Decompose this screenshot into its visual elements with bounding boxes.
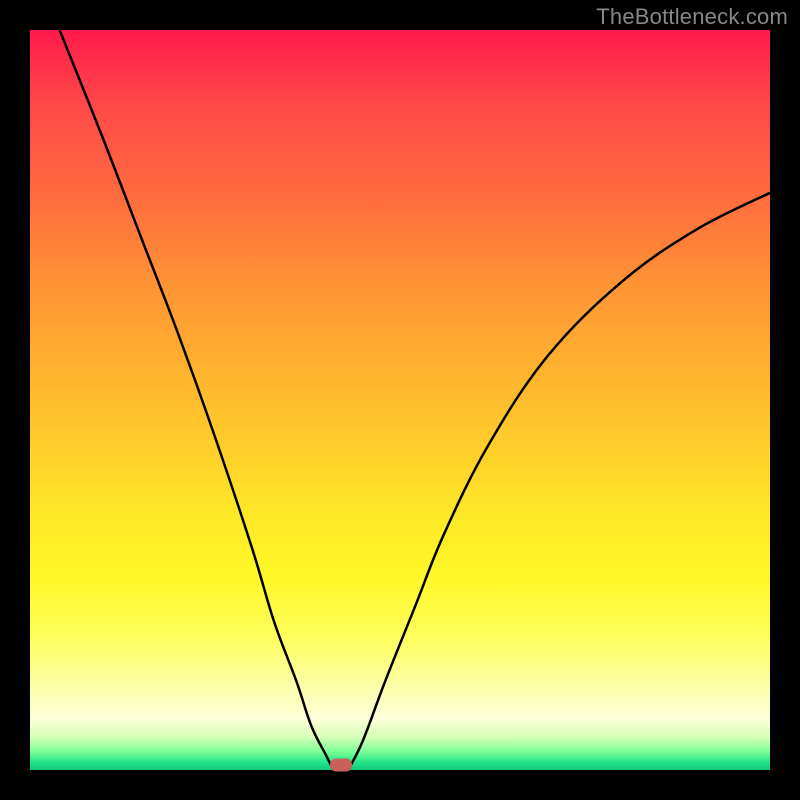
curve-right-branch [348, 193, 770, 770]
curve-left-branch [60, 30, 334, 770]
chart-plot-area [30, 30, 770, 770]
chart-curve-svg [30, 30, 770, 770]
optimal-point-marker [330, 759, 352, 772]
watermark-text: TheBottleneck.com [596, 4, 788, 30]
